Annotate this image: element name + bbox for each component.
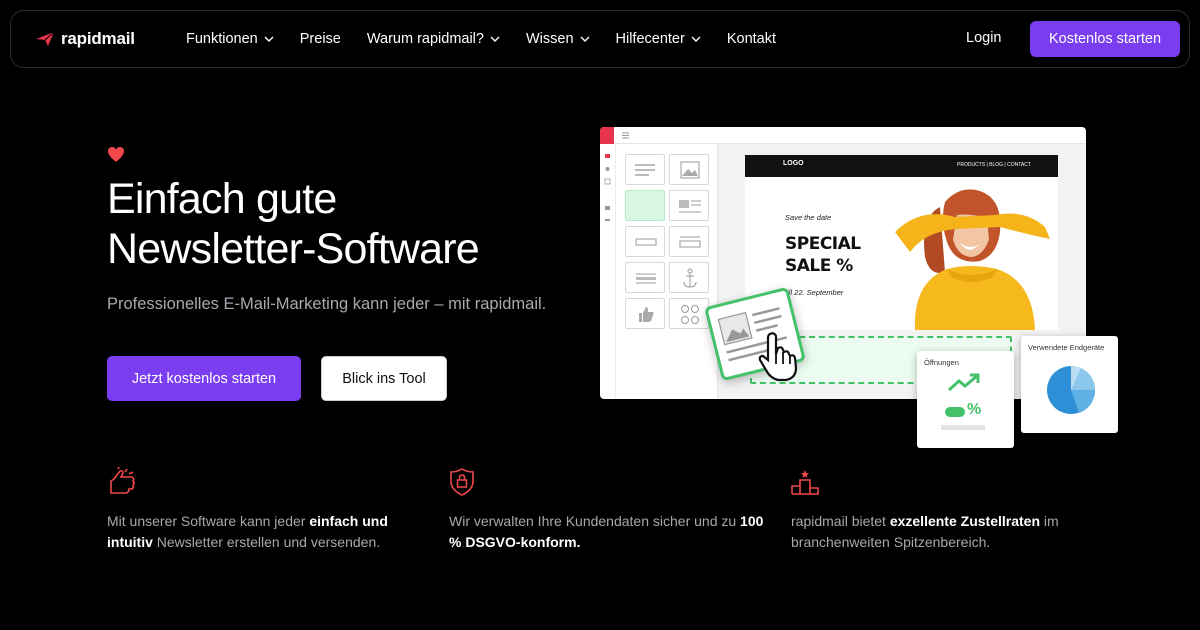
feature-text-strong: exzellente Zustellraten xyxy=(889,513,1040,529)
brand-logo[interactable]: rapidmail xyxy=(35,29,135,49)
nav-item-label: Funktionen xyxy=(186,31,258,47)
nav-item-label: Wissen xyxy=(525,31,574,47)
main-menu: Funktionen Preise Warum rapidmail? Wisse… xyxy=(186,11,802,67)
feature-text: rapidmail bietet exzellente Zustellraten… xyxy=(791,511,1111,553)
woman-photo xyxy=(895,189,1050,330)
hand-cursor-icon xyxy=(758,332,798,382)
block-button[interactable] xyxy=(625,226,665,257)
opens-stat-card: Öffnungen % xyxy=(917,351,1014,448)
block-image[interactable] xyxy=(669,154,709,185)
special-line-2: SALE % xyxy=(785,256,853,276)
nav-item-hilfecenter[interactable]: Hilfecenter xyxy=(616,31,701,47)
sidebar-icons xyxy=(604,154,611,221)
feature-secure: Wir verwalten Ihre Kundendaten sicher un… xyxy=(449,467,769,553)
block-divider[interactable] xyxy=(625,262,665,293)
chevron-down-icon xyxy=(490,36,500,42)
login-link[interactable]: Login xyxy=(966,30,1001,46)
block-text[interactable] xyxy=(625,154,665,185)
shield-lock-icon xyxy=(450,468,474,496)
devices-stat-card: Verwendete Endgeräte xyxy=(1021,336,1118,433)
feature-delivery: rapidmail bietet exzellente Zustellraten… xyxy=(791,467,1111,553)
nav-item-warum-rapidmail[interactable]: Warum rapidmail? xyxy=(367,31,500,47)
start-free-button[interactable]: Kostenlos starten xyxy=(1030,21,1180,57)
opens-percent: % xyxy=(967,401,982,418)
nav-item-wissen[interactable]: Wissen xyxy=(526,31,590,47)
feature-text-part: rapidmail bietet xyxy=(791,513,890,529)
button-icon xyxy=(635,238,657,246)
thumbs-up-icon xyxy=(639,307,654,322)
image-icon xyxy=(680,161,700,179)
devices-label: Verwendete Endgeräte xyxy=(1028,343,1105,352)
text-button-icon xyxy=(679,236,701,248)
hero-title: Einfach gute Newsletter-Software xyxy=(107,174,577,274)
start-free-hero-button[interactable]: Jetzt kostenlos starten xyxy=(107,356,301,401)
nav-item-kontakt[interactable]: Kontakt xyxy=(727,31,776,47)
save-the-date-text: Save the date xyxy=(785,213,832,222)
top-navigation: rapidmail Funktionen Preise Warum rapidm… xyxy=(10,10,1190,68)
heart-icon xyxy=(108,147,124,162)
editor-topbar xyxy=(600,127,1086,144)
opens-label: Öffnungen xyxy=(924,358,959,367)
social-icons-icon xyxy=(681,305,699,324)
hero-subtitle: Professionelles E-Mail-Marketing kann je… xyxy=(107,295,547,313)
brand-name: rapidmail xyxy=(61,29,135,48)
feature-text: Wir verwalten Ihre Kundendaten sicher un… xyxy=(449,511,769,553)
paper-plane-icon xyxy=(36,31,55,46)
divider-icon xyxy=(636,273,656,284)
anchor-icon xyxy=(683,268,697,288)
block-social-icons[interactable] xyxy=(669,298,709,329)
block-text-button[interactable] xyxy=(669,226,709,257)
special-sale-heading: SPECIAL SALE % xyxy=(785,233,861,277)
trend-up-icon xyxy=(947,373,980,392)
nav-item-label: Kontakt xyxy=(726,31,776,47)
block-image-text[interactable] xyxy=(669,190,709,221)
feature-text: Mit unserer Software kann jeder einfach … xyxy=(107,511,427,553)
editor-logo-square xyxy=(600,127,614,144)
feature-text-part: Newsletter erstellen und versenden. xyxy=(152,534,381,550)
opens-pill xyxy=(945,407,965,417)
block-social[interactable] xyxy=(625,298,665,329)
hero-title-line-2: Newsletter-Software xyxy=(107,225,480,273)
opens-bar xyxy=(941,425,985,430)
block-spacer[interactable] xyxy=(625,190,665,221)
nav-item-label: Warum rapidmail? xyxy=(366,31,484,47)
special-line-1: SPECIAL xyxy=(785,234,861,254)
content-blocks-panel xyxy=(616,144,718,399)
pie-chart-icon xyxy=(1047,365,1096,414)
nav-item-label: Hilfecenter xyxy=(615,31,685,47)
block-anchor[interactable] xyxy=(669,262,709,293)
email-logo: LOGO xyxy=(783,160,804,167)
view-tool-button[interactable]: Blick ins Tool xyxy=(321,356,447,401)
chevron-down-icon xyxy=(264,36,274,42)
email-header: LOGO PRODUCTS | BLOG | CONTACT xyxy=(745,155,1058,177)
pointing-hand-icon xyxy=(110,466,135,494)
feature-easy: Mit unserer Software kann jeder einfach … xyxy=(107,466,427,553)
nav-item-funktionen[interactable]: Funktionen xyxy=(186,31,274,47)
till-date-text: till 22. September xyxy=(785,288,844,297)
nav-item-label: Preise xyxy=(299,31,341,47)
chevron-down-icon xyxy=(580,36,590,42)
editor-sidebar-rail xyxy=(600,144,616,399)
podium-icon xyxy=(791,470,819,495)
email-nav: PRODUCTS | BLOG | CONTACT xyxy=(957,162,1031,168)
hero-title-line-1: Einfach gute xyxy=(107,175,337,223)
nav-item-preise[interactable]: Preise xyxy=(300,31,341,47)
feature-text-part: Mit unserer Software kann jeder xyxy=(107,513,310,529)
image-text-icon xyxy=(679,200,701,213)
chevron-down-icon xyxy=(691,36,701,42)
feature-text-part: Wir verwalten Ihre Kundendaten sicher un… xyxy=(449,513,741,529)
menu-icon xyxy=(622,132,629,139)
